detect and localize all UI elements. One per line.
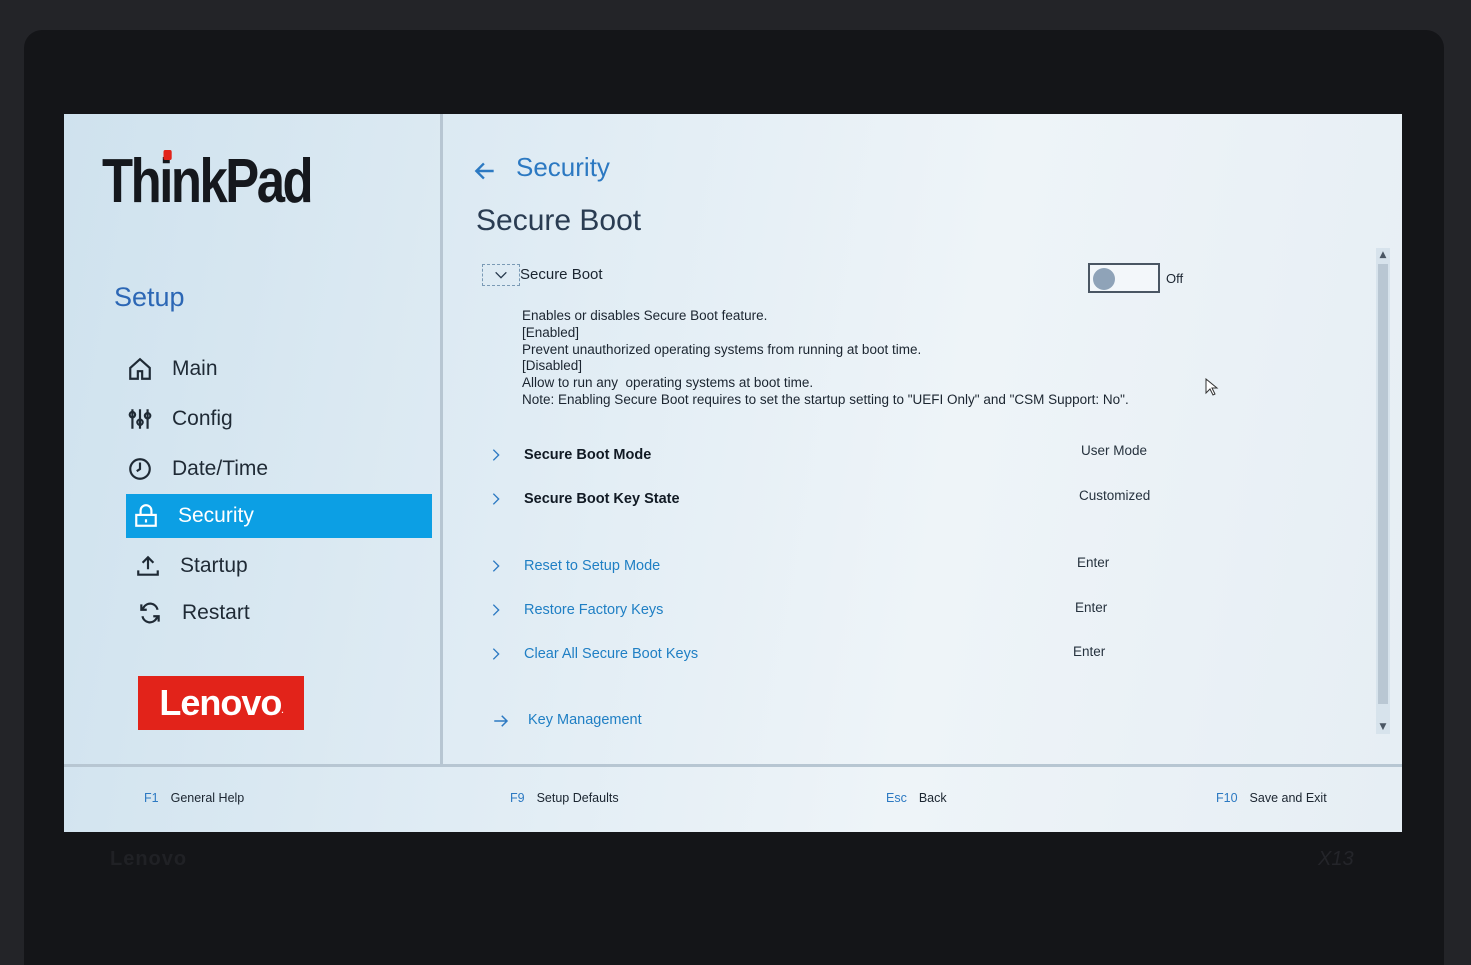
key-management-row[interactable]: Key Management — [492, 709, 642, 731]
secure-boot-mode-row[interactable]: Secure Boot Mode — [488, 444, 651, 466]
sidebar-item-date-time[interactable]: Date/Time — [126, 447, 432, 491]
sidebar-item-main[interactable]: Main — [126, 347, 432, 391]
sidebar-item-restart[interactable]: Restart — [136, 591, 442, 635]
arrow-left-icon — [474, 162, 494, 180]
back-button[interactable] — [472, 158, 498, 184]
thinkpad-logo: ThinkPad — [102, 147, 314, 216]
home-icon — [126, 355, 154, 383]
sidebar-item-label: Main — [172, 357, 218, 380]
sidebar-item-label: Security — [178, 504, 254, 527]
chevron-right-icon — [488, 602, 504, 618]
sidebar-item-label: Restart — [182, 601, 250, 624]
footer-key-label: Save and Exit — [1249, 791, 1327, 805]
sidebar-item-label: Startup — [180, 554, 248, 577]
refresh-icon — [136, 599, 164, 627]
sliders-icon — [126, 405, 154, 433]
scrollbar[interactable]: ▲ ▼ — [1376, 248, 1390, 734]
mouse-cursor-icon — [1205, 377, 1219, 396]
sidebar-item-config[interactable]: Config — [126, 397, 432, 441]
setting-label: Secure Boot Key State — [524, 491, 680, 507]
secure-boot-description: Enables or disables Secure Boot feature.… — [522, 308, 1129, 409]
page-title: Secure Boot — [476, 204, 642, 237]
footer-key-esc[interactable]: Esc Back — [886, 791, 947, 805]
setting-label: Clear All Secure Boot Keys — [524, 646, 699, 662]
secure-boot-expand-button[interactable] — [482, 264, 520, 286]
footer-key: F10 — [1216, 791, 1238, 805]
footer-key: F9 — [510, 791, 525, 805]
bezel-brand-mark: Lenovo — [110, 848, 188, 870]
footer-key-label: General Help — [170, 791, 245, 805]
scrollbar-thumb[interactable] — [1378, 264, 1388, 704]
setting-label: Key Management — [528, 712, 642, 728]
bios-screen: ThinkPad Setup Main Config Date/Time Sec… — [64, 114, 1402, 832]
setting-label: Secure Boot Mode — [524, 447, 652, 463]
setting-label: Reset to Setup Mode — [524, 558, 661, 574]
main-panel: Security Secure Boot Secure Boot Off Ena… — [444, 114, 1402, 764]
chevron-right-icon — [488, 558, 504, 574]
description-line: [Disabled] — [522, 358, 583, 374]
reset-to-setup-mode-row[interactable]: Reset to Setup Mode — [488, 555, 660, 577]
sidebar-item-startup[interactable]: Startup — [134, 544, 440, 588]
footer-key-label: Back — [918, 791, 947, 805]
arrow-right-icon — [492, 712, 509, 728]
clock-icon — [126, 455, 154, 483]
secure-boot-label: Secure Boot — [520, 266, 603, 283]
description-line: Note: Enabling Secure Boot requires to s… — [522, 391, 1129, 407]
chevron-right-icon — [488, 646, 504, 662]
footer-key: Esc — [886, 791, 907, 805]
description-line: Prevent unauthorized operating systems f… — [522, 341, 922, 357]
sidebar-item-security[interactable]: Security — [126, 494, 432, 538]
clear-all-secure-boot-keys-row[interactable]: Clear All Secure Boot Keys — [488, 643, 698, 665]
bezel-model-mark: X13 — [1318, 848, 1354, 870]
footer-key: F1 — [144, 791, 159, 805]
footer-key-f9[interactable]: F9 Setup Defaults — [510, 791, 619, 805]
description-line: Allow to run any operating systems at bo… — [522, 375, 814, 391]
description-line: [Enabled] — [522, 324, 580, 340]
footer-key-label: Setup Defaults — [536, 791, 619, 805]
clear-all-secure-boot-keys-value[interactable]: Enter — [1073, 644, 1105, 659]
secure-boot-mode-value: User Mode — [1081, 443, 1148, 458]
sidebar: ThinkPad Setup Main Config Date/Time Sec… — [64, 114, 440, 764]
lenovo-logo: Lenovo. — [138, 676, 304, 730]
sidebar-divider — [440, 114, 443, 764]
chevron-down-icon — [495, 271, 507, 279]
description-line: Enables or disables Secure Boot feature. — [522, 308, 768, 323]
footer-key-f10[interactable]: F10 Save and Exit — [1216, 791, 1327, 805]
chevron-right-icon — [488, 491, 504, 507]
secure-boot-key-state-row[interactable]: Secure Boot Key State — [488, 488, 680, 510]
sidebar-item-label: Config — [172, 407, 233, 430]
lock-icon — [132, 502, 160, 530]
secure-boot-toggle-state: Off — [1166, 271, 1184, 286]
setup-title: Setup — [114, 282, 185, 312]
toggle-knob — [1093, 268, 1115, 290]
chevron-right-icon — [488, 447, 504, 463]
restore-factory-keys-value[interactable]: Enter — [1075, 600, 1107, 615]
scroll-up-icon[interactable]: ▲ — [1376, 248, 1390, 262]
footer-bar: F1 General Help F9 Setup Defaults Esc Ba… — [64, 767, 1402, 832]
footer-key-f1[interactable]: F1 General Help — [144, 791, 244, 805]
secure-boot-toggle[interactable] — [1088, 263, 1160, 293]
setting-label: Restore Factory Keys — [524, 602, 664, 618]
scroll-down-icon[interactable]: ▼ — [1376, 720, 1390, 734]
secure-boot-key-state-value: Customized — [1079, 488, 1151, 503]
breadcrumb[interactable]: Security — [516, 152, 610, 183]
lenovo-logo-text: Lenovo — [159, 682, 282, 723]
upload-icon — [134, 552, 162, 580]
reset-to-setup-mode-value[interactable]: Enter — [1077, 555, 1109, 570]
sidebar-item-label: Date/Time — [172, 457, 269, 480]
restore-factory-keys-row[interactable]: Restore Factory Keys — [488, 599, 663, 621]
